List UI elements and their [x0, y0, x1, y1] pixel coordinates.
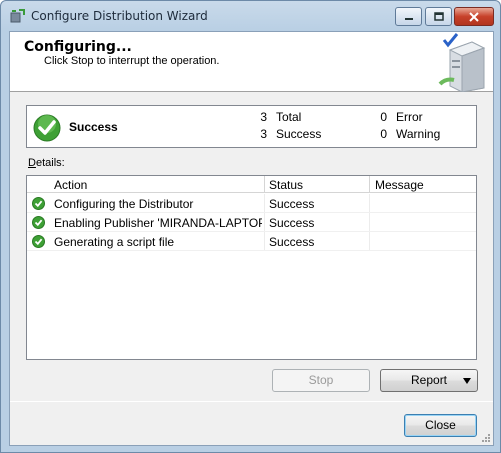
maximize-icon	[433, 12, 444, 21]
cell-divider	[264, 213, 265, 232]
success-check-icon	[32, 216, 45, 229]
details-table[interactable]: Action Status Message Configuring the Di…	[26, 175, 477, 360]
cell-divider	[369, 213, 370, 232]
report-button-label: Report	[411, 373, 448, 387]
wizard-window: Configure Distribution Wizard Configurin…	[0, 0, 501, 453]
warning-count: 0	[380, 127, 387, 141]
row-status: Success	[269, 197, 315, 211]
success-check-icon	[33, 114, 61, 142]
error-label: Error	[396, 110, 423, 124]
close-icon	[469, 11, 479, 22]
page-subtitle: Click Stop to interrupt the operation.	[44, 55, 220, 67]
warning-label: Warning	[396, 127, 441, 141]
row-action: Configuring the Distributor	[54, 197, 194, 211]
row-action: Enabling Publisher 'MIRANDA-LAPTOP...	[54, 216, 262, 230]
maximize-button[interactable]	[425, 7, 452, 26]
cell-divider	[369, 232, 370, 251]
details-label-mnemonic: D	[28, 157, 36, 169]
close-window-button[interactable]	[454, 7, 494, 26]
success-check-icon	[32, 235, 45, 248]
wizard-header: Configuring... Click Stop to interrupt t…	[10, 32, 493, 92]
success-count: 3	[260, 127, 267, 141]
row-status: Success	[269, 235, 315, 249]
minimize-icon	[404, 17, 413, 20]
column-header-message[interactable]: Message	[375, 178, 424, 192]
column-header-action[interactable]: Action	[54, 178, 87, 192]
table-row[interactable]: Configuring the Distributor Success	[27, 194, 476, 213]
status-label: Success	[69, 120, 118, 134]
resize-grip-icon[interactable]	[481, 433, 491, 443]
details-label-text: etails:	[35, 157, 65, 169]
cell-divider	[369, 194, 370, 213]
minimize-button[interactable]	[395, 7, 422, 26]
server-check-icon	[438, 33, 486, 92]
row-divider	[27, 250, 476, 251]
column-divider[interactable]	[369, 176, 370, 193]
title-bar[interactable]: Configure Distribution Wizard	[1, 1, 500, 31]
window-title: Configure Distribution Wizard	[31, 9, 208, 23]
wizard-icon	[10, 9, 25, 23]
report-button[interactable]: Report	[380, 369, 478, 392]
details-label: Details:	[28, 157, 65, 169]
cell-divider	[264, 194, 265, 213]
row-status: Success	[269, 216, 315, 230]
page-title: Configuring...	[24, 39, 132, 55]
column-header-status[interactable]: Status	[269, 178, 303, 192]
status-summary-panel: Success 3 Total 3 Success 0 Error 0 Warn…	[26, 105, 477, 148]
total-count: 3	[260, 110, 267, 124]
total-label: Total	[276, 110, 302, 124]
dropdown-arrow-icon	[463, 378, 471, 384]
footer-divider	[10, 401, 493, 402]
close-button[interactable]: Close	[404, 414, 477, 437]
column-divider[interactable]	[264, 176, 265, 193]
table-header: Action Status Message	[27, 176, 476, 193]
error-count: 0	[380, 110, 387, 124]
table-row[interactable]: Enabling Publisher 'MIRANDA-LAPTOP... Su…	[27, 213, 476, 232]
stop-button[interactable]: Stop	[272, 369, 370, 392]
cell-divider	[264, 232, 265, 251]
success-label: Success	[276, 127, 322, 141]
wizard-client-area: Configuring... Click Stop to interrupt t…	[9, 31, 494, 446]
row-action: Generating a script file	[54, 235, 175, 249]
table-row[interactable]: Generating a script file Success	[27, 232, 476, 251]
success-check-icon	[32, 197, 45, 210]
